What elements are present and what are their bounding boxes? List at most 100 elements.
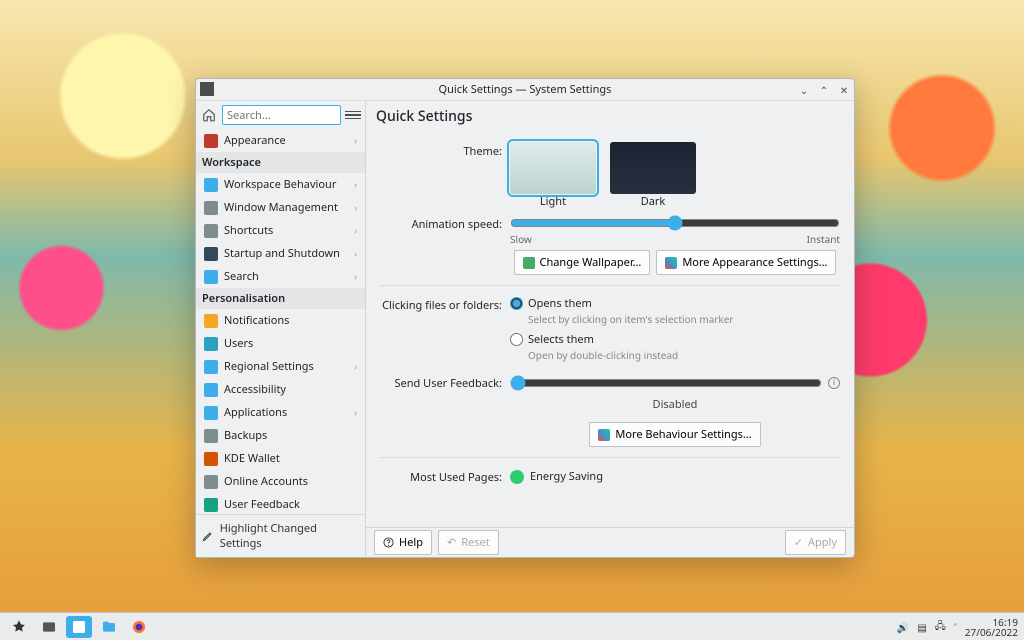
sidebar-category: Workspace [196, 152, 365, 173]
theme-label: Theme: [380, 142, 510, 209]
sidebar-item[interactable]: Notifications [196, 309, 365, 332]
sidebar-item-label: Shortcuts [224, 223, 273, 238]
sidebar-item[interactable]: Startup and Shutdown › [196, 242, 365, 265]
sidebar-item-icon [204, 224, 218, 238]
animation-speed-slider[interactable] [510, 215, 840, 231]
theme-option-dark[interactable]: Dark [610, 142, 696, 209]
separator [380, 457, 840, 458]
chevron-right-icon: › [354, 201, 357, 214]
sidebar-item-label: Regional Settings [224, 359, 314, 374]
radio-selects-them[interactable]: Selects them [510, 332, 840, 347]
sidebar-item-label: Accessibility [224, 382, 286, 397]
taskbar-system-settings[interactable] [66, 616, 92, 638]
sidebar-item-icon [204, 475, 218, 489]
change-wallpaper-button[interactable]: Change Wallpaper… [514, 250, 651, 275]
sidebar-scroll[interactable]: Appearance › WorkspaceWorkspace Behaviou… [196, 129, 365, 514]
highlight-changed-label: Highlight Changed Settings [220, 521, 359, 551]
sidebar-item[interactable]: Backups [196, 424, 365, 447]
sidebar-item[interactable]: Shortcuts› [196, 219, 365, 242]
sidebar-item-label: Users [224, 336, 253, 351]
sidebar-item-label: Backups [224, 428, 267, 443]
chevron-right-icon: › [354, 247, 357, 260]
close-button[interactable]: ✕ [838, 84, 850, 96]
appearance-icon [204, 134, 218, 148]
feedback-label: Send User Feedback: [380, 374, 510, 391]
sidebar-item-appearance[interactable]: Appearance › [196, 129, 365, 152]
info-icon[interactable]: i [828, 377, 840, 389]
opens-hint: Select by clicking on item's selection m… [528, 312, 840, 326]
app-launcher-icon[interactable] [6, 616, 32, 638]
page-title: Quick Settings [366, 101, 854, 132]
theme-light-label: Light [510, 194, 596, 209]
sidebar-item-icon [204, 201, 218, 215]
search-input[interactable] [222, 105, 341, 125]
sidebar-item-label: Notifications [224, 313, 289, 328]
sidebar-item[interactable]: User Feedback [196, 493, 365, 514]
titlebar[interactable]: Quick Settings — System Settings ⌄ ⌃ ✕ [196, 79, 854, 101]
footer: Help ↶ Reset ✓ Apply [366, 527, 854, 557]
feedback-value-text: Disabled [510, 397, 840, 412]
sidebar-item-label: User Feedback [224, 497, 300, 512]
anim-instant-label: Instant [807, 232, 840, 246]
tray-volume-icon[interactable]: 🔊 [897, 620, 909, 634]
separator [380, 285, 840, 286]
highlight-changed-button[interactable]: Highlight Changed Settings [196, 514, 365, 557]
sidebar-item[interactable]: Accessibility [196, 378, 365, 401]
help-button[interactable]: Help [374, 530, 432, 555]
taskbar-clock[interactable]: 16:19 27/06/2022 [965, 617, 1018, 637]
sidebar-item[interactable]: Search› [196, 265, 365, 288]
sidebar-item-icon [204, 178, 218, 192]
sidebar-item-label: Workspace Behaviour [224, 177, 336, 192]
taskbar[interactable]: 🔊 ▤ 🖧 ˄ 16:19 27/06/2022 [0, 612, 1024, 640]
sidebar-item-icon [204, 406, 218, 420]
more-behaviour-button[interactable]: More Behaviour Settings… [589, 422, 760, 447]
window-title: Quick Settings — System Settings [439, 82, 612, 97]
sidebar-item-icon [204, 337, 218, 351]
hamburger-icon[interactable] [345, 107, 361, 123]
sidebar-item-icon [204, 360, 218, 374]
taskbar-firefox[interactable] [126, 616, 152, 638]
tray-expand-icon[interactable]: ˄ [954, 620, 957, 634]
most-used-energy-saving[interactable]: Energy Saving [510, 468, 840, 485]
sidebar-item-label: Appearance [224, 133, 286, 148]
palette-icon [665, 257, 677, 269]
sidebar-item[interactable]: Regional Settings› [196, 355, 365, 378]
window-app-icon [200, 82, 214, 96]
pencil-icon [202, 530, 214, 542]
tray-clipboard-icon[interactable]: ▤ [917, 620, 926, 634]
sidebar-item-icon [204, 383, 218, 397]
sidebar-item[interactable]: Users [196, 332, 365, 355]
tray-network-icon[interactable]: 🖧 [935, 618, 946, 636]
sidebar-item-label: Window Management [224, 200, 338, 215]
sidebar-item-icon [204, 452, 218, 466]
palette-icon [598, 429, 610, 441]
theme-option-light[interactable]: Light [510, 142, 596, 209]
feedback-slider[interactable] [510, 375, 822, 391]
settings-window: Quick Settings — System Settings ⌄ ⌃ ✕ A… [195, 78, 855, 558]
sidebar-item-icon [204, 314, 218, 328]
sidebar-item-label: Startup and Shutdown [224, 246, 340, 261]
selects-hint: Open by double-clicking instead [528, 348, 840, 362]
maximize-button[interactable]: ⌃ [818, 84, 830, 96]
sidebar-item[interactable]: Online Accounts [196, 470, 365, 493]
sidebar-item-label: Search [224, 269, 259, 284]
sidebar-item[interactable]: KDE Wallet [196, 447, 365, 470]
apply-button: ✓ Apply [785, 530, 846, 555]
energy-icon [510, 470, 524, 484]
minimize-button[interactable]: ⌄ [798, 84, 810, 96]
sidebar-item-label: Online Accounts [224, 474, 308, 489]
sidebar: Appearance › WorkspaceWorkspace Behaviou… [196, 101, 366, 557]
home-icon[interactable] [200, 106, 218, 124]
theme-dark-preview [610, 142, 696, 194]
click-behavior-label: Clicking files or folders: [380, 296, 510, 368]
sidebar-item[interactable]: Applications› [196, 401, 365, 424]
most-used-label: Most Used Pages: [380, 468, 510, 485]
sidebar-item[interactable]: Workspace Behaviour› [196, 173, 365, 196]
sidebar-item[interactable]: Window Management › [196, 196, 365, 219]
taskbar-dolphin[interactable] [36, 616, 62, 638]
radio-opens-them[interactable]: Opens them [510, 296, 840, 311]
more-appearance-button[interactable]: More Appearance Settings… [656, 250, 836, 275]
taskbar-files[interactable] [96, 616, 122, 638]
sidebar-item-label: Applications [224, 405, 287, 420]
sidebar-category: Personalisation [196, 288, 365, 309]
